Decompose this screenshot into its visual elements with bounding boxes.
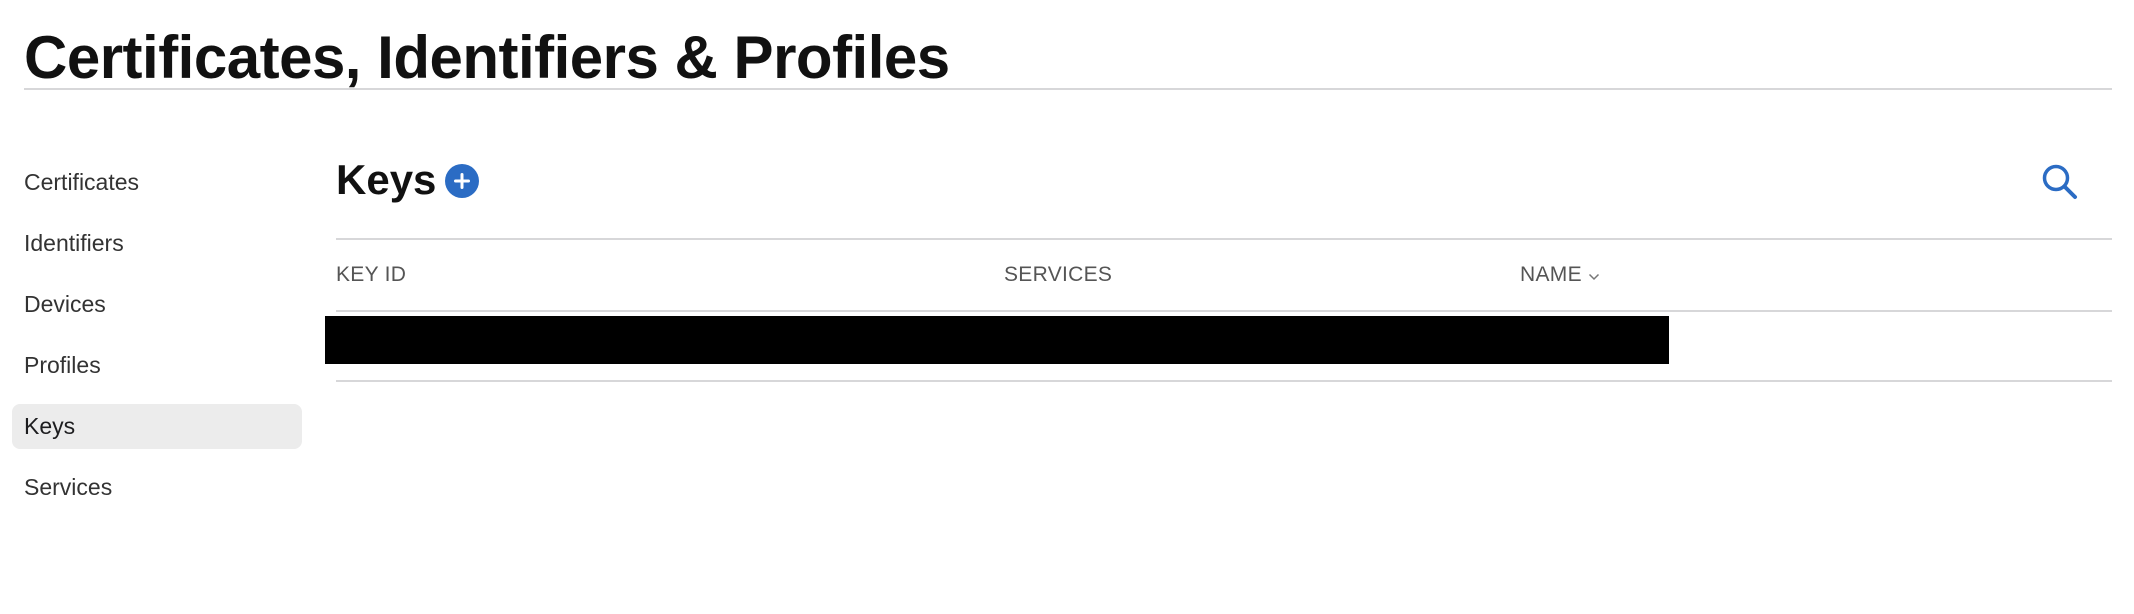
plus-circle-icon	[454, 173, 471, 189]
sidebar-item-label: Profiles	[24, 352, 101, 378]
column-header-services: SERVICES	[1004, 240, 1112, 310]
sidebar-item-identifiers[interactable]: Identifiers	[12, 221, 302, 266]
sidebar-item-label: Identifiers	[24, 230, 124, 256]
redacted-content	[325, 316, 1669, 364]
sidebar-item-services[interactable]: Services	[12, 465, 302, 510]
page-title: Certificates, Identifiers & Profiles	[24, 24, 950, 91]
sidebar-item-label: Services	[24, 474, 113, 500]
sidebar-item-profiles[interactable]: Profiles	[12, 343, 302, 388]
column-header-key-id: KEY ID	[336, 240, 406, 310]
column-header-label: NAME	[1520, 263, 1582, 286]
chevron-down-icon	[1588, 273, 1600, 281]
sidebar-item-keys[interactable]: Keys	[12, 404, 302, 449]
section-header: Keys	[336, 150, 480, 210]
column-header-label: SERVICES	[1004, 263, 1113, 286]
add-key-button[interactable]	[445, 164, 480, 198]
table-bottom-divider	[336, 380, 2112, 382]
sidebar-item-label: Devices	[24, 291, 106, 317]
column-header-label: KEY ID	[336, 263, 407, 286]
sidebar-item-label: Certificates	[24, 169, 140, 195]
column-header-name[interactable]: NAME	[1520, 240, 1600, 310]
sidebar-nav: Certificates Identifiers Devices Profile…	[12, 160, 302, 526]
table-row[interactable]	[325, 312, 2112, 380]
section-title: Keys	[336, 156, 437, 203]
table-header: KEY ID SERVICES NAME	[336, 240, 2112, 310]
sidebar-item-devices[interactable]: Devices	[12, 282, 302, 327]
sidebar-item-certificates[interactable]: Certificates	[12, 160, 302, 205]
title-divider	[24, 88, 2112, 90]
sidebar-item-label: Keys	[24, 413, 76, 439]
search-button[interactable]	[2040, 162, 2080, 202]
magnifying-glass-icon	[2042, 164, 2077, 199]
keys-table: KEY ID SERVICES NAME	[325, 238, 2112, 382]
